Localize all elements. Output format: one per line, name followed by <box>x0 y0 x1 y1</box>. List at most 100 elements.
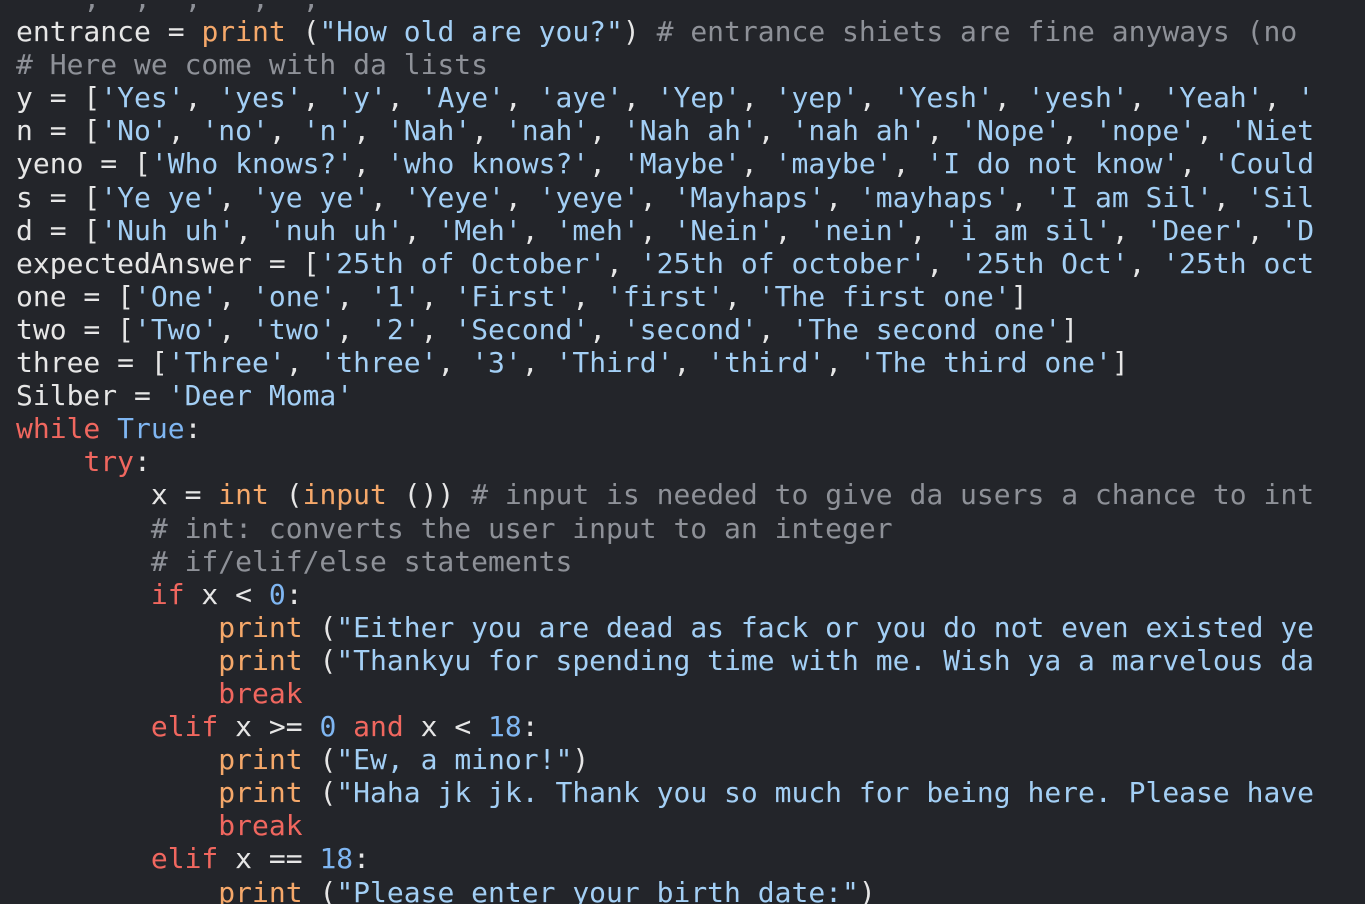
default-token: , <box>403 213 438 247</box>
string-token: "Please enter your birth date:" <box>336 875 859 904</box>
code-line[interactable]: # Here we come with da lists <box>16 48 1314 81</box>
string-token: 'y' <box>336 81 387 115</box>
code-line[interactable]: entrance = print ("How old are you?") # … <box>16 15 1314 48</box>
code-line[interactable]: yeno = ['Who knows?', 'who knows?', 'May… <box>16 147 1314 180</box>
default-token: , <box>1128 81 1163 115</box>
string-token: 'second' <box>622 312 758 346</box>
default-token: , <box>1128 246 1163 280</box>
code-line[interactable]: # int: converts the user input to an int… <box>16 512 1314 545</box>
number-token: True <box>117 412 185 446</box>
default-token: ( <box>302 610 337 644</box>
string-token: 'Aye' <box>420 81 505 115</box>
code-line[interactable]: two = ['Two', 'two', '2', 'Second', 'sec… <box>16 313 1314 346</box>
string-token: '25th oct <box>1162 246 1315 280</box>
default-token: , <box>774 213 809 247</box>
default-token <box>16 842 151 875</box>
default-token <box>16 611 218 644</box>
default-token: , <box>757 312 792 346</box>
string-token: 'mayhaps' <box>858 180 1011 214</box>
default-token: , <box>1212 180 1247 214</box>
code-line[interactable]: while True: <box>16 412 1314 445</box>
default-token: , <box>1263 81 1298 115</box>
code-line[interactable]: print ("Thankyu for spending time with m… <box>16 644 1314 677</box>
code-line[interactable]: print ("Please enter your birth date:") <box>16 876 1314 904</box>
string-token: 'one' <box>252 279 337 313</box>
default-token <box>16 710 151 743</box>
keyword-token: while <box>16 412 101 446</box>
string-token: 'third' <box>707 346 826 380</box>
code-line[interactable]: print ("Either you are dead as fack or y… <box>16 611 1314 644</box>
code-line[interactable]: three = ['Three', 'three', '3', 'Third',… <box>16 346 1314 379</box>
default-token: , <box>926 246 961 280</box>
default-token: , <box>1246 213 1281 247</box>
default-token: , <box>504 180 539 214</box>
default-token: y = [ <box>16 81 101 115</box>
default-token: ( <box>268 478 303 512</box>
code-line[interactable]: one = ['One', 'one', '1', 'First', 'firs… <box>16 280 1314 313</box>
string-token: 'nah' <box>504 114 590 148</box>
default-token: , <box>589 312 623 346</box>
code-line[interactable]: y = ['Yes', 'yes', 'y', 'Aye', 'aye', 'Y… <box>16 81 1314 114</box>
default-token: , <box>285 346 320 380</box>
default-token: , <box>1196 114 1230 148</box>
default-token <box>16 644 218 677</box>
default-token: , <box>622 81 657 115</box>
comment-token: # int: converts the user input to an int… <box>150 511 893 545</box>
code-editor[interactable]: , , , , ,entrance = print ("How old are … <box>0 0 1365 904</box>
string-token: 'Meh' <box>437 213 522 247</box>
default-token: ( <box>302 643 337 677</box>
code-line[interactable]: # if/elif/else statements <box>16 545 1314 578</box>
code-line[interactable]: Silber = 'Deer Moma' <box>16 379 1314 412</box>
code-line[interactable]: try: <box>16 445 1314 478</box>
default-token: ] <box>1111 346 1129 380</box>
builtin-token: int <box>218 478 269 512</box>
default-token: ) <box>572 743 590 777</box>
default-token: , <box>437 346 472 380</box>
number-token: 0 <box>268 577 286 611</box>
string-token: 'The second one' <box>791 312 1062 346</box>
default-token: , <box>184 81 219 115</box>
code-line[interactable]: elif x == 18: <box>16 842 1314 875</box>
code-line[interactable]: break <box>16 677 1314 710</box>
default-token: x = <box>16 478 219 512</box>
default-token: d = [ <box>16 213 101 247</box>
builtin-token: print <box>218 776 303 810</box>
default-token: , <box>572 279 607 313</box>
string-token: 'Yeye' <box>403 180 505 214</box>
string-token: 'nah ah' <box>791 114 927 148</box>
code-line[interactable]: d = ['Nuh uh', 'nuh uh', 'Meh', 'meh', '… <box>16 214 1314 247</box>
code-area[interactable]: , , , , ,entrance = print ("How old are … <box>16 0 1314 904</box>
code-line[interactable]: print ("Ew, a minor!") <box>16 743 1314 776</box>
code-line[interactable]: expectedAnswer = ['25th of October', '25… <box>16 247 1314 280</box>
code-line[interactable]: x = int (input ()) # input is needed to … <box>16 478 1314 511</box>
string-token: 'Yesh' <box>892 81 994 115</box>
builtin-token: print <box>218 610 303 644</box>
default-token: , <box>471 114 505 148</box>
default-token: , <box>673 346 708 380</box>
string-token: 'Nah ah' <box>622 114 758 148</box>
string-token: 'Maybe' <box>622 147 741 181</box>
default-token: ) <box>622 15 657 49</box>
default-token: , <box>1179 147 1213 181</box>
code-line[interactable]: , , , , , <box>16 0 1314 15</box>
code-line[interactable]: break <box>16 809 1314 842</box>
code-line[interactable]: print ("Haha jk jk. Thank you so much fo… <box>16 776 1314 809</box>
default-token: , <box>825 180 859 214</box>
code-line[interactable]: elif x >= 0 and x < 18: <box>16 710 1314 743</box>
string-token: 'I am Sil' <box>1044 180 1213 214</box>
string-token: 'who knows?' <box>386 147 590 181</box>
string-token: 'No' <box>100 114 168 148</box>
keyword-token: break <box>218 809 303 843</box>
code-line[interactable]: n = ['No', 'no', 'n', 'Nah', 'nah', 'Nah… <box>16 114 1314 147</box>
string-token: 'i am sil' <box>943 213 1112 247</box>
code-line[interactable]: s = ['Ye ye', 'ye ye', 'Yeye', 'yeye', '… <box>16 181 1314 214</box>
string-token: "Ew, a minor!" <box>336 743 573 777</box>
code-line[interactable]: if x < 0: <box>16 578 1314 611</box>
keyword-token: if <box>150 577 185 611</box>
default-token <box>16 578 151 611</box>
default-token: , <box>521 346 556 380</box>
string-token: 'D <box>1280 213 1315 247</box>
default-token: , <box>825 346 859 380</box>
string-token: '25th of October' <box>319 246 607 280</box>
comment-token: , , , , , <box>16 0 319 15</box>
